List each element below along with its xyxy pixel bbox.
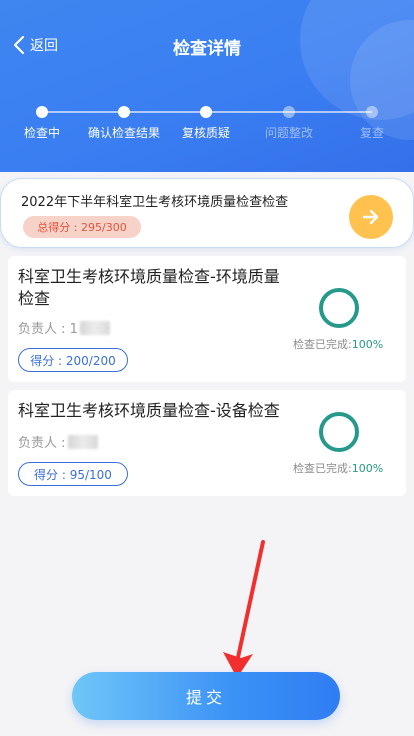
progress-label: 检查已完成:: [293, 462, 352, 475]
step-dot-4: [283, 106, 295, 118]
score-pill: 得分 : 200/200: [18, 348, 128, 372]
step-label-3: 复核质疑: [181, 126, 231, 140]
score-pill: 得分 : 95/100: [18, 462, 128, 486]
progress-label: 检查已完成:: [293, 338, 352, 351]
step-dot-2: [118, 106, 130, 118]
go-button[interactable]: [349, 195, 393, 239]
summary-title: 2022年下半年科室卫生考核环境质量检查检查: [21, 195, 289, 210]
step-dot-1: [36, 106, 48, 118]
owner-label: 负责人 : 1: [18, 322, 78, 337]
owner-row: 负责人 :: [18, 432, 98, 451]
total-score-badge: 总得分 : 295/300: [23, 216, 141, 238]
owner-name-redacted: [67, 434, 98, 449]
step-dot-5: [366, 106, 378, 118]
annotation-arrow-icon: [223, 540, 265, 678]
item-title: 科室卫生考核环境质量检查-环境质量检查: [18, 267, 280, 308]
step-dot-3: [200, 106, 212, 118]
arrow-right-icon: [362, 209, 379, 225]
page: 返回 检查详情 检查中 确认检查结果 复核质疑 问题整改 复查 2022年下半年…: [0, 0, 414, 736]
summary-card: 2022年下半年科室卫生考核环境质量检查检查 总得分 : 295/300: [0, 178, 414, 248]
item-title: 科室卫生考核环境质量检查-设备检查: [18, 401, 280, 420]
owner-label: 负责人 :: [18, 436, 66, 451]
progress-ring: [319, 288, 359, 328]
header: 返回 检查详情 检查中 确认检查结果 复核质疑 问题整改 复查: [0, 0, 414, 172]
progress-value: 100%: [351, 338, 384, 351]
progress-steps: 检查中 确认检查结果 复核质疑 问题整改 复查: [0, 100, 414, 150]
step-label-5: 复查: [359, 126, 385, 140]
progress-ring: [319, 412, 359, 452]
step-label-4: 问题整改: [264, 126, 314, 140]
submit-button[interactable]: 提交: [72, 672, 340, 720]
owner-name-redacted: [79, 320, 110, 335]
step-label-2: 确认检查结果: [87, 126, 161, 140]
check-item-card[interactable]: 科室卫生考核环境质量检查-设备检查 负责人 : 得分 : 95/100 检查已完…: [8, 390, 406, 496]
page-title: 检查详情: [173, 39, 241, 59]
owner-row: 负责人 : 1: [18, 318, 110, 337]
step-label-1: 检查中: [23, 126, 61, 140]
check-item-card[interactable]: 科室卫生考核环境质量检查-环境质量检查 负责人 : 1 得分 : 200/200…: [8, 256, 406, 382]
progress-value: 100%: [351, 462, 384, 475]
progress-text: 检查已完成:100%: [293, 336, 383, 352]
progress-text: 检查已完成:100%: [293, 460, 383, 476]
nav-bar: 返回 检查详情: [0, 0, 414, 90]
